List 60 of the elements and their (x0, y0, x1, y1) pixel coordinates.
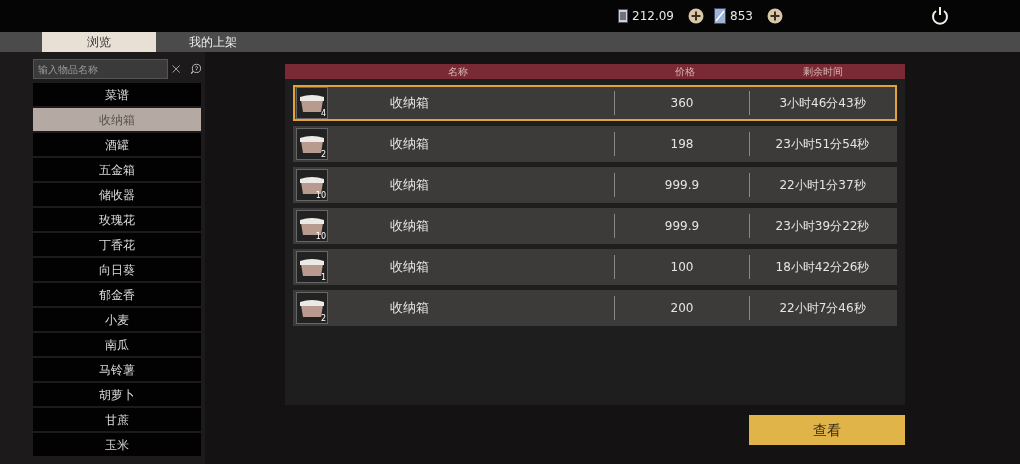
item-count: 10 (315, 231, 326, 243)
currency-amount: 212.09 (632, 8, 674, 25)
listing-row[interactable]: 4 收纳箱 360 3小时46分43秒 (293, 85, 897, 121)
item-name: 收纳箱 (389, 299, 430, 318)
item-count: 10 (315, 190, 326, 202)
time-remaining: 23小时51分54秒 (774, 136, 871, 153)
currency-amount: 853 (730, 8, 753, 25)
item-count: 2 (320, 149, 326, 161)
item-name: 收纳箱 (389, 258, 430, 277)
category-item[interactable]: 收纳箱 (33, 108, 201, 131)
item-price: 999.9 (663, 218, 701, 235)
item-name: 收纳箱 (389, 217, 430, 236)
category-item[interactable]: 储收器 (33, 183, 201, 206)
close-icon[interactable] (172, 62, 181, 76)
item-count: 2 (320, 313, 326, 325)
column-header: 价格 (674, 65, 696, 79)
category-item[interactable]: 菜谱 (33, 83, 201, 106)
item-count: 4 (320, 108, 326, 120)
add-icon[interactable] (688, 8, 704, 24)
category-item[interactable]: 马铃薯 (33, 358, 201, 381)
ticket-icon (618, 9, 628, 23)
item-name: 收纳箱 (389, 135, 430, 154)
listing-row[interactable]: 10 收纳箱 999.9 23小时39分22秒 (293, 208, 897, 244)
power-icon[interactable] (930, 6, 950, 26)
column-header: 剩余时间 (801, 65, 844, 79)
time-remaining: 22小时7分46秒 (778, 300, 867, 317)
listing-row[interactable]: 2 收纳箱 200 22小时7分46秒 (293, 290, 897, 326)
search-field[interactable]: 输入物品名称 (33, 59, 168, 79)
category-item[interactable]: 小麦 (33, 308, 201, 331)
card-icon (714, 8, 726, 24)
category-item[interactable]: 胡萝卜 (33, 383, 201, 406)
category-item[interactable]: 酒罐 (33, 133, 201, 156)
item-name: 收纳箱 (389, 176, 430, 195)
item-price: 198 (669, 136, 695, 153)
time-remaining: 18小时42分26秒 (774, 259, 871, 276)
listing-row[interactable]: 10 收纳箱 999.9 22小时1分37秒 (293, 167, 897, 203)
item-price: 999.9 (663, 177, 701, 194)
item-price: 200 (669, 300, 695, 317)
item-count: 1 (320, 272, 326, 284)
add-icon[interactable] (766, 8, 783, 24)
time-remaining: 23小时39分22秒 (774, 218, 871, 235)
item-price: 100 (669, 259, 695, 276)
time-remaining: 22小时1分37秒 (778, 177, 867, 194)
category-item[interactable]: 南瓜 (33, 333, 201, 356)
tab[interactable]: 浏览 (42, 32, 156, 52)
category-item[interactable]: 五金箱 (33, 158, 201, 181)
category-item[interactable]: 玉米 (33, 433, 201, 456)
column-header: 名称 (446, 65, 469, 79)
view-button[interactable]: 查看 (749, 415, 905, 445)
time-remaining: 3小时46分43秒 (778, 95, 867, 112)
listing-row[interactable]: 2 收纳箱 198 23小时51分54秒 (293, 126, 897, 162)
category-item[interactable]: 郁金香 (33, 283, 201, 306)
category-item[interactable]: 丁香花 (33, 233, 201, 256)
tab[interactable]: 我的上架 (156, 32, 270, 52)
category-item[interactable]: 玫瑰花 (33, 208, 201, 231)
listing-row[interactable]: 1 收纳箱 100 18小时42分26秒 (293, 249, 897, 285)
category-item[interactable]: 向日葵 (33, 258, 201, 281)
category-item[interactable]: 甘蔗 (33, 408, 201, 431)
item-price: 360 (669, 95, 695, 112)
item-name: 收纳箱 (389, 94, 430, 113)
